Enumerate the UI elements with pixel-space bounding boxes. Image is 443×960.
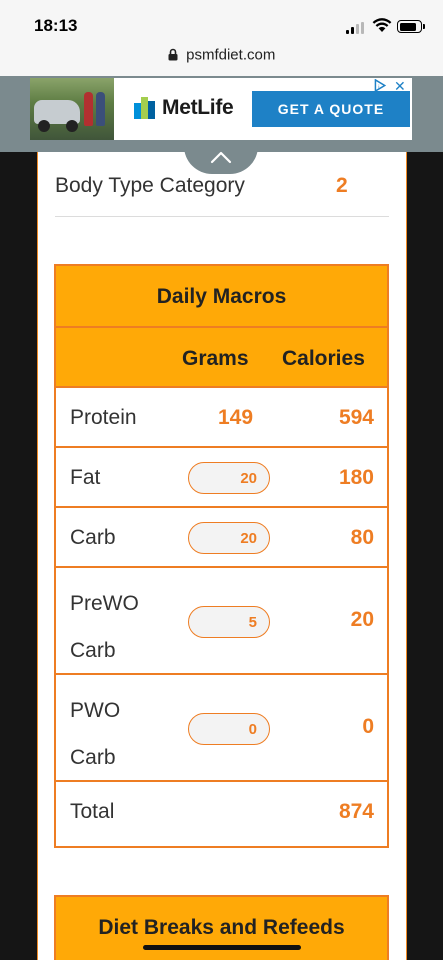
chevron-up-icon bbox=[210, 151, 232, 164]
status-time: 18:13 bbox=[34, 16, 78, 35]
pwo-carb-grams-input[interactable] bbox=[188, 713, 270, 745]
protein-calories-value: 594 bbox=[338, 406, 374, 429]
battery-icon bbox=[397, 20, 425, 33]
prewo-carb-grams-input[interactable] bbox=[188, 606, 270, 638]
address-bar[interactable]: psmfdiet.com bbox=[0, 46, 443, 76]
carb-calories-value: 80 bbox=[350, 526, 374, 549]
carb-grams-input[interactable] bbox=[188, 522, 270, 554]
daily-macros-table: Daily Macros Grams Calories Protein 149 … bbox=[54, 264, 389, 848]
macro-label: Carb bbox=[70, 526, 116, 549]
body-type-value: 2 bbox=[336, 174, 348, 197]
pwo-carb-calories-value: 0 bbox=[362, 715, 374, 738]
body-type-label: Body Type Category bbox=[55, 174, 245, 197]
ad-content[interactable]: MetLife GET A QUOTE bbox=[30, 78, 412, 140]
prewo-carb-calories-value: 20 bbox=[350, 608, 374, 631]
macro-label: PreWO Carb bbox=[70, 580, 139, 674]
macro-label-line2: Carb bbox=[70, 746, 116, 769]
ad-choices-icon[interactable]: i bbox=[373, 79, 389, 92]
ad-banner[interactable]: MetLife GET A QUOTE i ✕ bbox=[0, 76, 443, 152]
macro-label: Fat bbox=[70, 466, 101, 489]
wifi-icon bbox=[372, 18, 392, 32]
metlife-logo-icon bbox=[134, 97, 156, 119]
home-indicator[interactable] bbox=[143, 945, 301, 950]
lock-icon bbox=[168, 48, 178, 61]
macro-label-line1: PWO bbox=[70, 699, 121, 722]
macro-label: Total bbox=[70, 800, 115, 823]
status-bar: 18:13 bbox=[0, 0, 443, 46]
macro-row-fat: Fat 180 bbox=[56, 448, 387, 508]
cellular-signal-icon bbox=[346, 22, 366, 34]
macro-row-prewo-carb: PreWO Carb 20 bbox=[56, 568, 387, 675]
ad-brand: MetLife bbox=[162, 96, 234, 119]
ad-photo bbox=[30, 78, 114, 140]
macro-label-line2: Carb bbox=[70, 639, 116, 662]
macros-header-row: Grams Calories bbox=[56, 328, 387, 388]
macro-row-pwo-carb: PWO Carb 0 bbox=[56, 675, 387, 782]
fat-grams-input[interactable] bbox=[188, 462, 270, 494]
url-text: psmfdiet.com bbox=[186, 46, 276, 64]
fat-calories-value: 180 bbox=[338, 466, 374, 489]
macro-row-total: Total 874 bbox=[56, 782, 387, 842]
diet-breaks-section: Diet Breaks and Refeeds bbox=[54, 895, 389, 960]
calories-column-header: Calories bbox=[282, 347, 365, 370]
ad-close-icon[interactable]: ✕ bbox=[394, 78, 406, 95]
macros-title: Daily Macros bbox=[56, 266, 387, 328]
svg-text:i: i bbox=[378, 84, 379, 90]
macro-label-line1: PreWO bbox=[70, 592, 139, 615]
metlife-logo: MetLife bbox=[134, 96, 234, 120]
get-a-quote-button[interactable]: GET A QUOTE bbox=[252, 91, 410, 127]
macro-label: Protein bbox=[70, 406, 137, 429]
grams-column-header: Grams bbox=[182, 347, 249, 370]
protein-grams-value: 149 bbox=[218, 406, 254, 429]
macro-row-protein: Protein 149 594 bbox=[56, 388, 387, 448]
macro-label: PWO Carb bbox=[70, 687, 120, 781]
total-calories-value: 874 bbox=[338, 800, 374, 823]
macro-row-carb: Carb 80 bbox=[56, 508, 387, 568]
